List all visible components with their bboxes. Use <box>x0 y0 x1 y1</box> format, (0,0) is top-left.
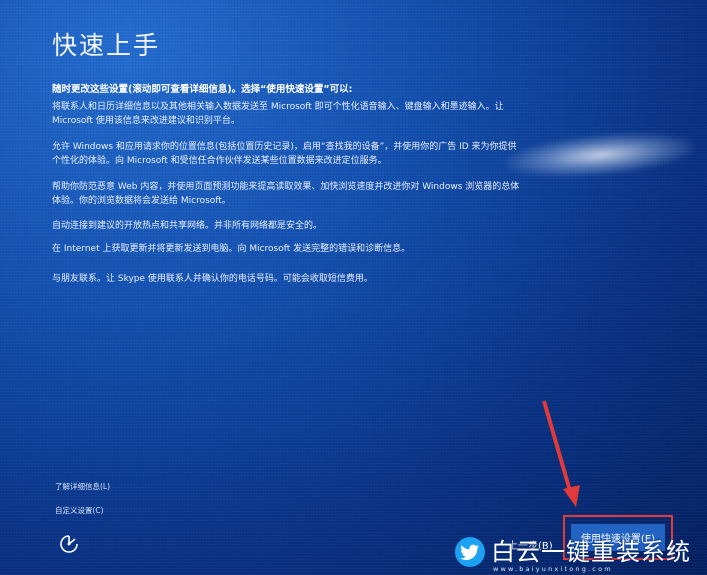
watermark-text: 白云一键重装系统 www.baiyunxitong.com <box>491 532 691 573</box>
watermark-url: www.baiyunxitong.com <box>493 564 613 573</box>
settings-paragraph-updates: 在 Internet 上获取更新并将更新发送到电脑。向 Microsoft 发送… <box>52 244 411 254</box>
screen-glare <box>503 126 697 184</box>
learn-more-link[interactable]: 了解详细信息(L) <box>55 481 110 492</box>
settings-paragraph-hotspots: 自动连接到建议的开放热点和共享网络。并非所有网络都是安全的。 <box>52 221 323 231</box>
page-title: 快速上手 <box>52 31 161 60</box>
settings-paragraph-skype: 与朋友联系。让 Skype 使用联系人并确认你的电话号码。可能会收取短信费用。 <box>52 274 373 284</box>
customize-settings-link[interactable]: 自定义设置(C) <box>55 505 104 516</box>
oobe-express-settings-screen: 快速上手 随时更改这些设置(滚动即可查看详细信息)。选择“使用快速设置”可以: … <box>0 0 707 575</box>
settings-paragraph-input: 将联系人和日历详细信息以及其他相关输入数据发送至 Microsoft 即可个性化… <box>52 102 504 126</box>
settings-paragraph-location: 允许 Windows 和应用请求你的位置信息(包括位置历史记录)，启用“查找我的… <box>52 142 517 166</box>
ease-of-access-icon[interactable] <box>58 533 80 555</box>
watermark: 白云一键重装系统 www.baiyunxitong.com <box>455 532 691 573</box>
red-arrow-icon <box>542 400 580 507</box>
bird-logo-icon <box>455 537 485 567</box>
watermark-brand: 白云一键重装系统 <box>491 537 691 566</box>
settings-paragraph-browser: 帮助你防范恶意 Web 内容，并使用页面预测功能来提高读取效果、加快浏览速度并改… <box>52 182 520 206</box>
intro-text: 随时更改这些设置(滚动即可查看详细信息)。选择“使用快速设置”可以: <box>52 84 353 95</box>
